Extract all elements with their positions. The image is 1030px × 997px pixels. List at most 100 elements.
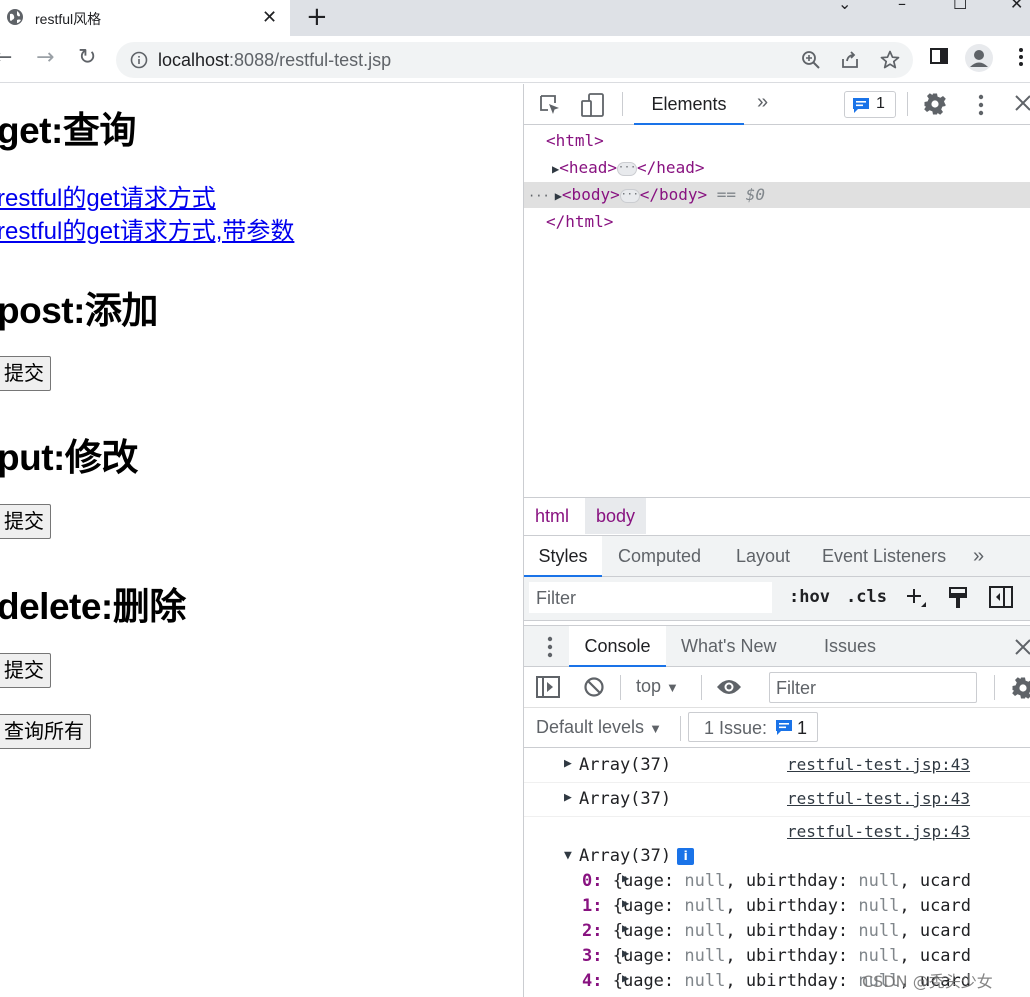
- breadcrumb-html[interactable]: html: [524, 498, 580, 534]
- tab-issues[interactable]: Issues: [824, 626, 876, 667]
- ellipsis-icon[interactable]: ···: [617, 161, 638, 176]
- console-output: ▶ Array(37) restful-test.jsp:43 ▶ Array(…: [524, 749, 1030, 997]
- styles-filter-input[interactable]: Filter: [529, 582, 772, 613]
- array-item[interactable]: ▶ 1: {uage: null, ubirthday: null, ucard: [582, 896, 971, 916]
- more-tabs-icon[interactable]: »: [973, 536, 984, 577]
- expand-triangle-icon[interactable]: ▶: [622, 896, 629, 910]
- browser-tab[interactable]: restful风格 ✕: [0, 0, 290, 36]
- console-filter-input[interactable]: Filter: [769, 672, 977, 703]
- back-arrow-icon[interactable]: ←: [0, 46, 12, 70]
- array-item[interactable]: ▶ 3: {uage: null, ubirthday: null, ucard: [582, 946, 971, 966]
- tab-event-listeners[interactable]: Event Listeners: [822, 536, 946, 577]
- ellipsis-icon[interactable]: ···: [619, 188, 640, 203]
- close-tab-icon[interactable]: ✕: [262, 7, 277, 28]
- console-issues-button[interactable]: 1 Issue: 1: [688, 712, 818, 742]
- dom-node-body[interactable]: ··· ▶<body>···</body> == $0: [524, 182, 1030, 208]
- new-rule-icon[interactable]: [905, 587, 927, 614]
- close-devtools-icon[interactable]: [1014, 94, 1030, 117]
- menu-icon[interactable]: [1018, 46, 1024, 72]
- avatar[interactable]: [965, 44, 993, 76]
- dom-node-html-close[interactable]: </html>: [524, 209, 1030, 235]
- breadcrumb-body[interactable]: body: [585, 498, 647, 534]
- source-link[interactable]: restful-test.jsp:43: [787, 755, 970, 774]
- device-toolbar-icon[interactable]: [580, 92, 606, 123]
- toolbar-separator: [620, 675, 621, 700]
- info-icon[interactable]: i: [677, 847, 695, 865]
- tab-computed[interactable]: Computed: [618, 536, 701, 577]
- expand-triangle-icon[interactable]: ▶: [622, 921, 629, 935]
- chevron-down-icon[interactable]: ⌄: [838, 0, 851, 13]
- show-sidebar-icon[interactable]: [536, 676, 560, 703]
- collapse-triangle-icon[interactable]: ▼: [564, 848, 572, 863]
- styles-filter-bar: Filter :hov .cls: [524, 577, 1030, 621]
- share-icon[interactable]: [839, 49, 861, 75]
- reload-icon[interactable]: ↻: [78, 46, 96, 70]
- node-dots-icon[interactable]: ···: [528, 189, 550, 203]
- sidebar-toggle-icon[interactable]: [989, 586, 1013, 613]
- dom-node-html[interactable]: <html>: [524, 128, 1030, 154]
- heading-get: get:查询: [0, 110, 136, 151]
- eye-icon[interactable]: [716, 678, 742, 701]
- issues-badge[interactable]: 1: [844, 91, 896, 118]
- array-item[interactable]: ▶ 2: {uage: null, ubirthday: null, ucard: [582, 921, 971, 941]
- close-drawer-icon[interactable]: [1014, 638, 1030, 661]
- tab-styles[interactable]: Styles: [524, 536, 602, 577]
- new-tab-icon[interactable]: +: [306, 2, 328, 32]
- console-settings-icon[interactable]: [1011, 676, 1030, 705]
- zoom-icon[interactable]: [800, 49, 822, 75]
- expand-triangle-icon[interactable]: ▶: [555, 183, 562, 209]
- tab-elements[interactable]: Elements: [634, 84, 744, 125]
- toolbar-separator: [622, 92, 623, 116]
- toolbar-separator: [994, 675, 995, 700]
- tab-title: restful风格: [35, 11, 102, 27]
- message-icon: [852, 97, 870, 119]
- drawer-menu-icon[interactable]: [547, 636, 553, 663]
- gear-icon[interactable]: [923, 92, 947, 121]
- link-get-with-params[interactable]: restful的get请求方式,带参数: [0, 211, 294, 246]
- devtools-panel: Elements » 1 <html> ▶<head>···</head> ··…: [523, 84, 1030, 997]
- tab-console[interactable]: Console: [569, 626, 666, 667]
- more-tabs-icon[interactable]: »: [757, 91, 768, 114]
- console-message[interactable]: ▶ Array(37) restful-test.jsp:43: [524, 783, 1030, 817]
- globe-icon: [6, 8, 24, 30]
- toolbar-separator: [701, 675, 702, 700]
- console-levels-bar: Default levels ▼ 1 Issue: 1: [524, 708, 1030, 748]
- star-icon[interactable]: [879, 49, 901, 75]
- inspect-element-icon[interactable]: [538, 93, 562, 122]
- expand-triangle-icon[interactable]: ▶: [622, 946, 629, 960]
- address-bar[interactable]: localhost:8088/restful-test.jsp: [116, 42, 913, 78]
- forward-arrow-icon[interactable]: →: [36, 46, 54, 70]
- expand-triangle-icon[interactable]: ▶: [622, 971, 629, 985]
- context-selector[interactable]: top ▼: [636, 676, 679, 697]
- log-levels-dropdown[interactable]: Default levels ▼: [536, 717, 662, 738]
- source-link[interactable]: restful-test.jsp:43: [787, 789, 970, 808]
- styles-tabbar: Styles Computed Layout Event Listeners »: [524, 535, 1030, 577]
- maximize-icon[interactable]: ☐: [953, 0, 967, 13]
- expand-triangle-icon[interactable]: ▶: [564, 790, 572, 805]
- delete-submit-button[interactable]: 提交: [0, 653, 51, 688]
- console-message[interactable]: ▶ Array(37) restful-test.jsp:43: [524, 749, 1030, 783]
- query-all-button[interactable]: 查询所有: [0, 714, 91, 749]
- side-panel-icon[interactable]: [929, 46, 949, 70]
- window-close-icon[interactable]: ✕: [1010, 0, 1023, 13]
- dom-node-head[interactable]: ▶<head>···</head>: [524, 155, 1030, 181]
- info-icon[interactable]: [130, 51, 148, 73]
- minimize-icon[interactable]: –: [898, 0, 906, 13]
- clear-console-icon[interactable]: [583, 676, 605, 703]
- source-link[interactable]: restful-test.jsp:43: [787, 822, 970, 841]
- post-submit-button[interactable]: 提交: [0, 356, 51, 391]
- heading-post: post:添加: [0, 290, 158, 331]
- dropdown-triangle-icon: ▼: [649, 721, 662, 736]
- cls-toggle[interactable]: .cls: [846, 587, 887, 607]
- hov-toggle[interactable]: :hov: [789, 587, 830, 607]
- put-submit-button[interactable]: 提交: [0, 504, 51, 539]
- tab-whats-new[interactable]: What's New: [681, 626, 776, 667]
- tab-strip: restful风格 ✕ + ⌄ – ☐ ✕: [0, 0, 1030, 36]
- expand-triangle-icon[interactable]: ▶: [564, 756, 572, 771]
- kebab-menu-icon[interactable]: [978, 94, 984, 121]
- expand-triangle-icon[interactable]: ▶: [622, 871, 629, 885]
- paint-brush-icon[interactable]: [947, 586, 969, 615]
- array-item[interactable]: ▶ 0: {uage: null, ubirthday: null, ucard: [582, 871, 971, 891]
- tab-layout[interactable]: Layout: [736, 536, 790, 577]
- link-get[interactable]: restful的get请求方式: [0, 178, 216, 213]
